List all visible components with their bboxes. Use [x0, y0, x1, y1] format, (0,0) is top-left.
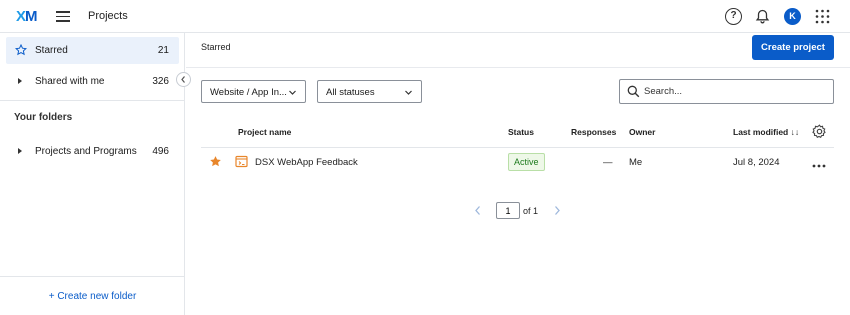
header-divider	[186, 67, 850, 68]
sidebar-item-starred[interactable]: Starred 21	[6, 37, 179, 64]
previous-page-icon[interactable]	[473, 205, 483, 219]
sidebar-item-count: 326	[152, 76, 169, 87]
chevron-left-icon	[181, 76, 185, 83]
bell-icon[interactable]	[754, 8, 771, 25]
create-project-button[interactable]: Create project	[752, 35, 834, 60]
table-divider	[201, 147, 834, 148]
project-name-link[interactable]: DSX WebApp Feedback	[255, 157, 358, 168]
xm-logo[interactable]: XM	[16, 8, 37, 25]
status-filter[interactable]: All statuses	[317, 80, 422, 103]
column-header-name[interactable]: Project name	[238, 127, 291, 137]
next-page-icon[interactable]	[552, 205, 562, 219]
more-actions-icon[interactable]	[812, 160, 826, 171]
sidebar: Starred 21 Shared with me 326 Your folde…	[0, 33, 185, 315]
column-header-label: Last modified	[733, 127, 789, 137]
dropdown-value: All statuses	[326, 87, 375, 98]
apps-grid-icon[interactable]	[814, 8, 831, 25]
top-bar: XM Projects ? K	[0, 0, 850, 33]
column-header-owner[interactable]: Owner	[629, 127, 655, 137]
sidebar-item-shared[interactable]: Shared with me 326	[6, 68, 179, 95]
column-header-responses[interactable]: Responses	[571, 127, 616, 137]
sidebar-divider	[0, 100, 185, 101]
sidebar-item-count: 496	[152, 146, 169, 157]
chevron-down-icon	[404, 88, 413, 100]
collapse-sidebar-button[interactable]	[176, 72, 191, 87]
folders-heading: Your folders	[14, 112, 73, 123]
page-title: Projects	[88, 10, 128, 22]
project-type-filter[interactable]: Website / App In...	[201, 80, 306, 103]
search-icon	[627, 85, 640, 101]
avatar[interactable]: K	[784, 8, 801, 25]
create-folder-link[interactable]: + Create new folder	[0, 291, 185, 302]
chevron-down-icon	[288, 88, 297, 100]
sort-descending-icon: ↓↓	[790, 127, 800, 137]
sidebar-divider	[0, 276, 185, 277]
star-outline-icon	[14, 43, 28, 59]
website-feedback-icon	[235, 155, 248, 171]
sidebar-item-label: Projects and Programs	[35, 146, 137, 157]
owner-value: Me	[629, 157, 643, 168]
column-header-status[interactable]: Status	[508, 127, 534, 137]
search-box	[619, 79, 834, 104]
column-header-last-modified[interactable]: Last modified ↓↓	[733, 127, 799, 137]
responses-value: —	[603, 157, 613, 168]
caret-right-icon[interactable]	[18, 148, 22, 154]
breadcrumb: Starred	[201, 42, 231, 52]
dropdown-value: Website / App In...	[210, 87, 287, 98]
menu-icon[interactable]	[56, 11, 70, 22]
help-icon[interactable]: ?	[725, 8, 742, 25]
page-number-input[interactable]	[496, 202, 520, 219]
gear-icon[interactable]	[812, 124, 827, 142]
sidebar-item-label: Shared with me	[35, 76, 105, 87]
caret-right-icon[interactable]	[18, 78, 22, 84]
sidebar-folder-projects-and-programs[interactable]: Projects and Programs 496	[6, 138, 179, 165]
sidebar-item-count: 21	[157, 45, 169, 56]
star-filled-icon[interactable]	[209, 155, 222, 171]
search-input[interactable]	[644, 84, 824, 99]
page-total: of 1	[523, 206, 539, 216]
status-badge: Active	[508, 153, 545, 171]
last-modified-value: Jul 8, 2024	[733, 157, 780, 168]
sidebar-item-label: Starred	[35, 45, 68, 56]
